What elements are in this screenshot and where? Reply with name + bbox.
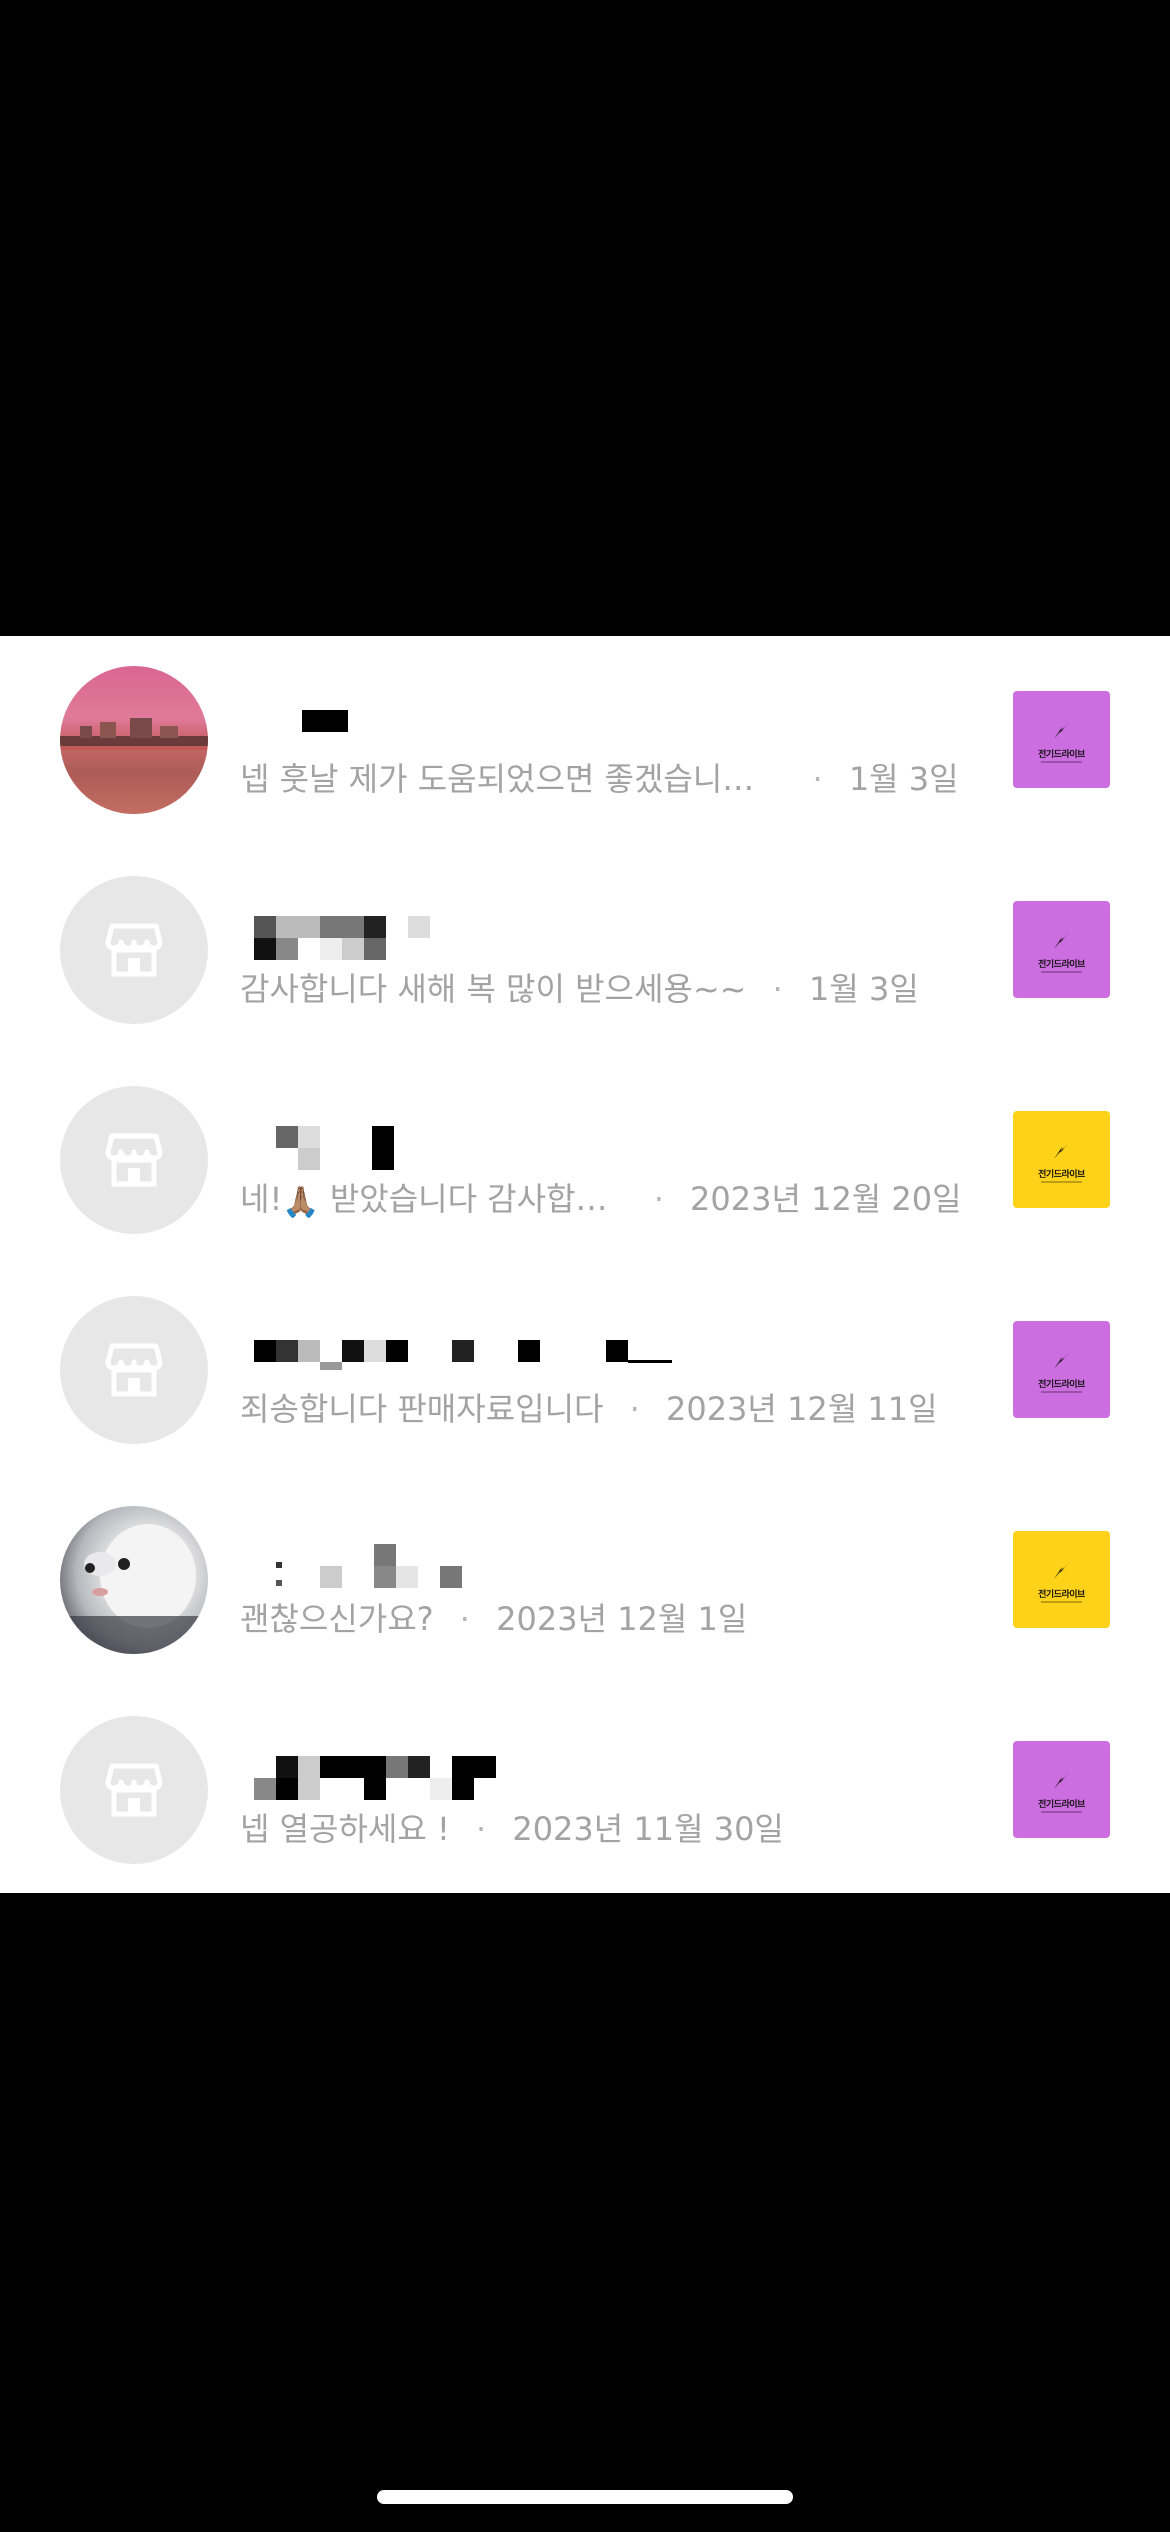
sunset-harbor-photo (60, 718, 208, 814)
message-date: 1월 3일 (809, 970, 919, 1008)
avatar (60, 876, 208, 1024)
thumbnail-label: 전기드라이브 (1038, 1170, 1085, 1180)
avatar (60, 1296, 208, 1444)
product-thumbnail[interactable]: 전기드라이브 (1013, 901, 1110, 998)
product-thumbnail[interactable]: 전기드라이브 (1013, 1531, 1110, 1628)
message-preview: 넵 열공하세요 ! · 2023년 11월 30일 (240, 1804, 1000, 1854)
message-text: 죄송합니다 판매자료입니다 (240, 1390, 604, 1428)
home-indicator[interactable] (377, 2490, 793, 2504)
avatar (60, 1716, 208, 1864)
store-icon (105, 1343, 163, 1397)
message-date: 1월 3일 (848, 760, 959, 798)
chat-list: 넵 훗날 제가 도움되었으면 좋겠습니… · 1월 3일 전기드라이브 감사합니… (0, 636, 1170, 1893)
thumbnail-label: 전기드라이브 (1038, 1800, 1085, 1810)
message-text: 넵 훗날 제가 도움되었으면 좋겠습니… (240, 760, 755, 798)
name-blurred (232, 696, 752, 746)
top-black-area (0, 0, 1170, 636)
lightning-logo-icon (1054, 1561, 1070, 1579)
thumbnail-label: 전기드라이브 (1038, 750, 1085, 760)
thumbnail-label: 전기드라이브 (1038, 1380, 1085, 1390)
chat-row[interactable]: 괜찮으신가요? · 2023년 12월 1일 전기드라이브 (0, 1476, 1170, 1686)
separator-dot: · (812, 760, 823, 798)
message-text: 받았습니다 감사합… (329, 1180, 608, 1218)
message-date: 2023년 12월 1일 (496, 1600, 748, 1638)
product-thumbnail[interactable]: 전기드라이브 (1013, 1111, 1110, 1208)
message-date: 2023년 11월 30일 (512, 1810, 784, 1848)
name-blurred (232, 1116, 752, 1170)
bottom-black-area (0, 1893, 1170, 2532)
chat-row[interactable]: 감사합니다 새해 복 많이 받으세용~~ · 1월 3일 전기드라이브 (0, 846, 1170, 1056)
chat-row[interactable]: 넵 훗날 제가 도움되었으면 좋겠습니… · 1월 3일 전기드라이브 (0, 636, 1170, 846)
chat-row[interactable]: 넵 열공하세요 ! · 2023년 11월 30일 전기드라이브 (0, 1686, 1170, 1893)
name-blurred (232, 1326, 752, 1376)
thumbnail-label: 전기드라이브 (1038, 1590, 1085, 1600)
product-thumbnail[interactable]: 전기드라이브 (1013, 1741, 1110, 1838)
praying-hands-emoji: 🙏🏽 (282, 1185, 320, 1220)
lightning-logo-icon (1054, 721, 1070, 739)
thumbnail-subline (1041, 1601, 1082, 1603)
separator-dot: · (459, 1600, 470, 1638)
name-blurred (232, 1536, 752, 1588)
message-date: 2023년 12월 11일 (665, 1390, 938, 1428)
message-text: 넵 열공하세요 ! (240, 1810, 450, 1848)
message-date: 2023년 12월 20일 (690, 1180, 962, 1218)
separator-dot: · (475, 1810, 487, 1848)
lightning-logo-icon (1054, 1351, 1070, 1369)
message-text: 감사합니다 새해 복 많이 받으세용~~ (240, 970, 747, 1008)
lightning-logo-icon (1054, 931, 1070, 949)
white-dog-photo (60, 1524, 208, 1654)
message-prefix: 네! (240, 1180, 283, 1218)
separator-dot: · (772, 970, 783, 1008)
chat-row[interactable]: 죄송합니다 판매자료입니다 · 2023년 12월 11일 전기드라이브 (0, 1266, 1170, 1476)
avatar (60, 1506, 208, 1654)
phone-screen: 넵 훗날 제가 도움되었으면 좋겠습니… · 1월 3일 전기드라이브 감사합니… (0, 0, 1170, 2532)
message-preview: 네!🙏🏽 받았습니다 감사합… · 2023년 12월 20일 (240, 1174, 1000, 1224)
message-preview: 죄송합니다 판매자료입니다 · 2023년 12월 11일 (240, 1384, 1000, 1434)
lightning-logo-icon (1054, 1771, 1070, 1789)
avatar (60, 666, 208, 814)
chat-row[interactable]: 네!🙏🏽 받았습니다 감사합… · 2023년 12월 20일 전기드라이브 (0, 1056, 1170, 1266)
separator-dot: · (653, 1180, 664, 1218)
thumbnail-subline (1041, 1811, 1082, 1813)
message-preview: 넵 훗날 제가 도움되었으면 좋겠습니… · 1월 3일 (240, 754, 1000, 804)
name-blurred (232, 906, 752, 960)
thumbnail-subline (1041, 1181, 1082, 1183)
avatar (60, 1086, 208, 1234)
message-preview: 감사합니다 새해 복 많이 받으세용~~ · 1월 3일 (240, 964, 1000, 1014)
store-icon (105, 1133, 163, 1187)
message-text: 괜찮으신가요? (240, 1600, 434, 1638)
product-thumbnail[interactable]: 전기드라이브 (1013, 1321, 1110, 1418)
separator-dot: · (629, 1390, 640, 1428)
thumbnail-subline (1041, 971, 1082, 973)
thumbnail-subline (1041, 761, 1082, 763)
name-blurred (232, 1746, 752, 1800)
store-icon (105, 1763, 163, 1817)
lightning-logo-icon (1054, 1141, 1070, 1159)
store-icon (105, 923, 163, 977)
thumbnail-label: 전기드라이브 (1038, 960, 1085, 970)
thumbnail-subline (1041, 1391, 1082, 1393)
message-preview: 괜찮으신가요? · 2023년 12월 1일 (240, 1594, 1000, 1644)
product-thumbnail[interactable]: 전기드라이브 (1013, 691, 1110, 788)
